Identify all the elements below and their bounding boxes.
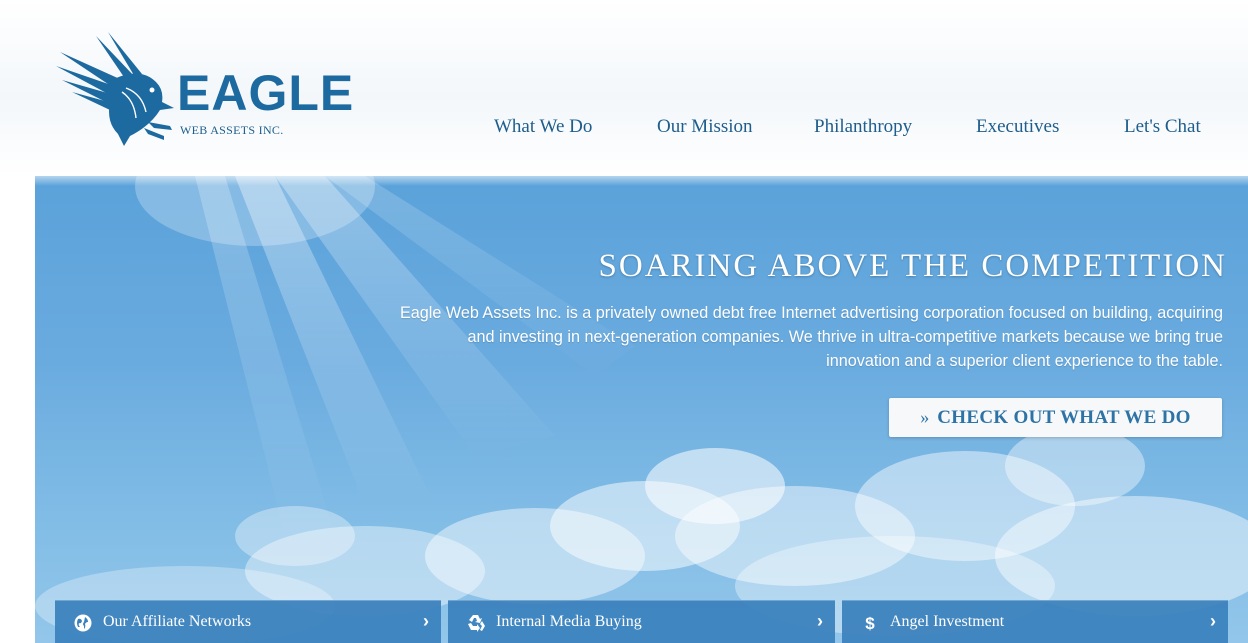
dollar-icon: $ [865,614,875,633]
nav-executives[interactable]: Executives [976,116,1059,138]
globe-icon [74,614,92,632]
tab-affiliate-networks[interactable]: Our Affiliate Networks › [55,600,441,643]
recycle-icon [468,615,485,632]
cta-label: CHECK OUT WHAT WE DO [937,406,1191,428]
site-header: EAGLE WEB ASSETS INC. What We Do Our Mis… [0,0,1248,176]
tab-angel-investment[interactable]: $ Angel Investment › [842,600,1228,643]
nav-lets-chat[interactable]: Let's Chat [1124,116,1201,138]
tab-label: Our Affiliate Networks [103,613,252,630]
chevron-right-icon: › [817,611,823,631]
nav-our-mission[interactable]: Our Mission [657,116,753,138]
check-out-what-we-do-button[interactable]: » CHECK OUT WHAT WE DO [889,398,1222,437]
tab-internal-media-buying[interactable]: Internal Media Buying › [448,600,835,643]
nav-what-we-do[interactable]: What We Do [494,116,592,138]
chevron-right-icon: › [1210,611,1216,631]
nav-philanthropy[interactable]: Philanthropy [814,116,912,138]
tab-label: Angel Investment [890,613,1005,630]
logo-wordmark: EAGLE [177,65,355,121]
tab-label: Internal Media Buying [496,613,642,630]
chevron-right-icon: › [423,611,429,631]
hero-description: Eagle Web Assets Inc. is a privately own… [399,304,1223,370]
svg-text:$: $ [865,614,875,633]
double-chevron-right-icon: » [920,407,930,427]
main-nav: What We Do Our Mission Philanthropy Exec… [0,116,1248,142]
hero-title: SOARING ABOVE THE COMPETITION [598,248,1227,284]
hero-banner: SOARING ABOVE THE COMPETITION Eagle Web … [35,176,1248,643]
page: EAGLE WEB ASSETS INC. What We Do Our Mis… [0,0,1248,643]
